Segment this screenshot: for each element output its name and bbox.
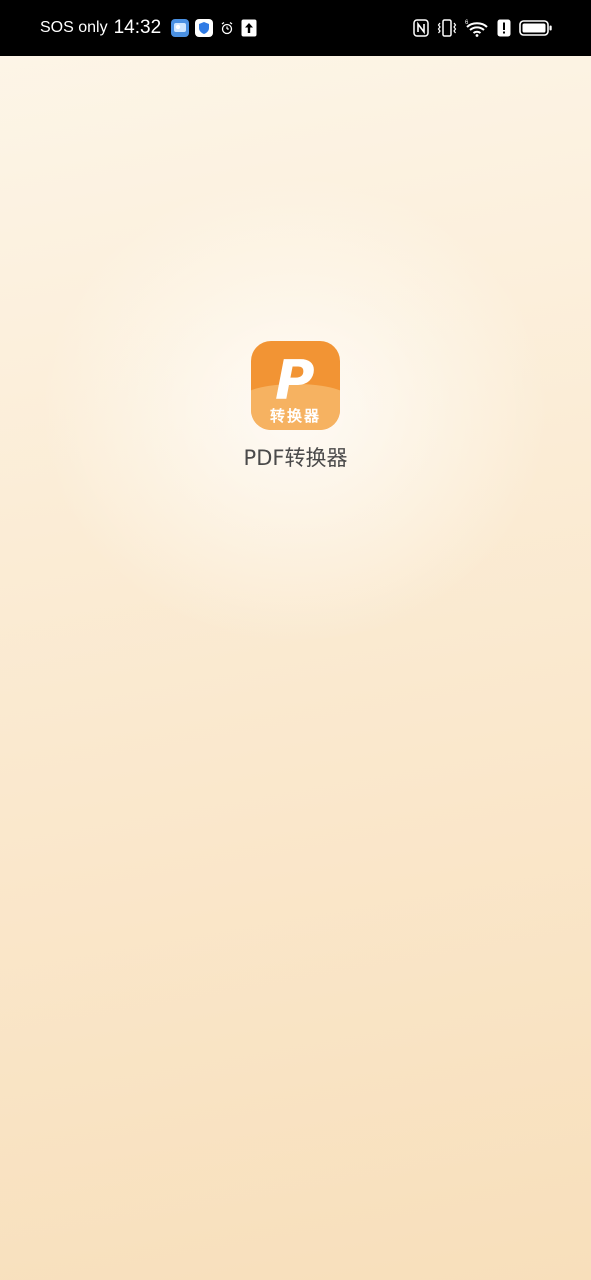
weather-app-icon <box>171 19 190 37</box>
nfc-icon <box>413 19 429 37</box>
alert-icon <box>497 19 511 37</box>
vibrate-icon <box>437 19 457 37</box>
upload-arrow-icon <box>241 19 257 37</box>
status-bar-left: SOS only 14:32 <box>40 0 257 56</box>
security-shield-icon <box>195 19 214 37</box>
battery-icon <box>519 19 553 37</box>
alarm-icon <box>219 20 235 36</box>
splash-app-block: P 转换器 PDF转换器 <box>0 341 591 472</box>
clock: 14:32 <box>113 17 162 38</box>
status-bar-right: 6 <box>413 0 553 56</box>
carrier-status: SOS only <box>40 19 108 36</box>
app-name: PDF转换器 <box>243 446 348 470</box>
icon-caption: 转换器 <box>269 407 321 425</box>
app-logo-icon: P 转换器 <box>251 341 340 430</box>
status-bar: SOS only 14:32 6 <box>0 0 591 56</box>
svg-text:P: P <box>275 349 315 412</box>
wifi-6-icon: 6 <box>465 19 489 37</box>
